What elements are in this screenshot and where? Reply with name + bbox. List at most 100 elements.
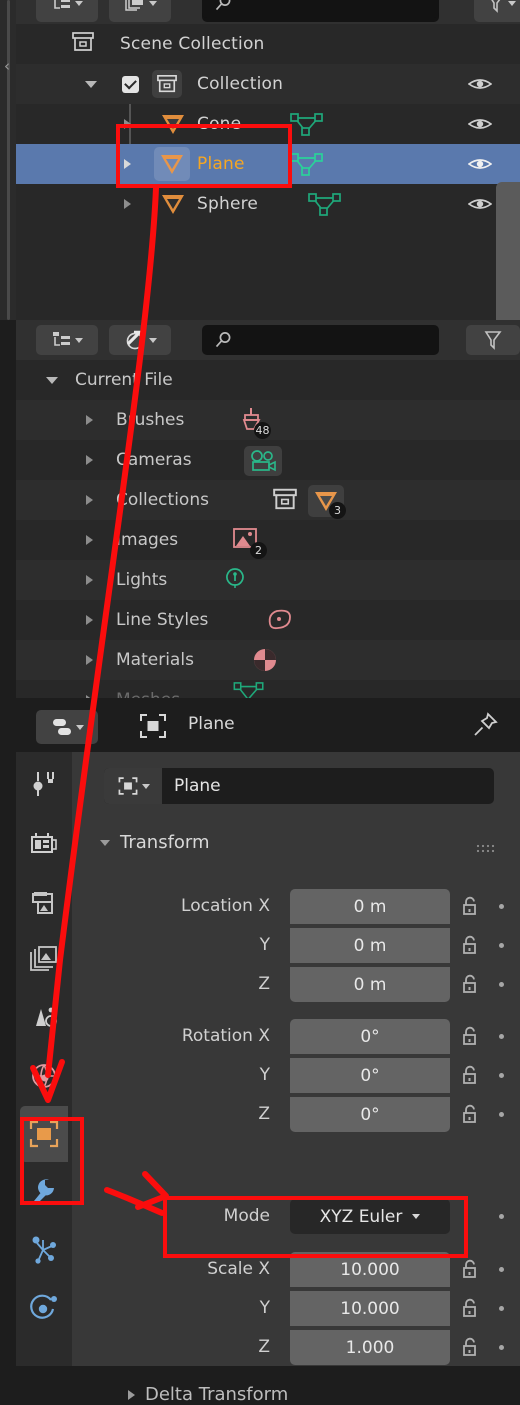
location-y-field[interactable]: 0 m — [290, 928, 450, 963]
tab-object[interactable] — [20, 1106, 68, 1162]
rotation-y-field[interactable]: 0° — [290, 1058, 450, 1093]
rotation-mode-dropdown[interactable]: XYZ Euler — [290, 1199, 450, 1234]
animate-dot[interactable] — [499, 943, 504, 948]
filter-funnel-icon — [484, 331, 502, 350]
delta-transform-section-header[interactable]: Delta Transform — [128, 1384, 288, 1405]
outliner-row-sphere[interactable]: Sphere — [16, 184, 520, 224]
location-z-field[interactable]: 0 m — [290, 967, 450, 1002]
tab-output[interactable] — [20, 874, 68, 930]
collection-checkbox[interactable] — [122, 75, 139, 93]
animate-dot[interactable] — [499, 1073, 504, 1078]
tab-world[interactable] — [20, 1048, 68, 1104]
file-row-collections[interactable]: Collections 3 — [16, 480, 520, 520]
top-search-input[interactable] — [202, 0, 439, 18]
outliner-row-collection[interactable]: Collection — [16, 64, 520, 104]
disclosure-triangle-open-icon[interactable] — [100, 839, 110, 846]
scale-x-field[interactable]: 10.000 — [290, 1252, 450, 1287]
collapse-sidebar-handle[interactable]: « — [496, 182, 520, 342]
file-row-line-styles[interactable]: Line Styles — [16, 600, 520, 640]
properties-header: Plane — [16, 698, 520, 752]
disclosure-triangle-closed-icon[interactable] — [128, 1389, 135, 1400]
disclosure-triangle-closed-icon[interactable] — [86, 415, 93, 425]
scale-y-field[interactable]: 10.000 — [290, 1291, 450, 1326]
top-display-mode-button[interactable] — [36, 0, 98, 18]
object-name-field[interactable]: Plane — [104, 768, 494, 804]
unlocked-icon[interactable] — [460, 1297, 482, 1319]
drag-grip-icon[interactable] — [476, 841, 498, 853]
eye-icon[interactable] — [467, 76, 493, 92]
chevron-left-icon[interactable]: ‹ — [0, 55, 14, 77]
outliner-row-plane[interactable]: Plane — [16, 144, 520, 184]
animate-dot[interactable] — [499, 1306, 504, 1311]
animate-dot[interactable] — [499, 982, 504, 987]
animate-dot[interactable] — [499, 1034, 504, 1039]
disclosure-triangle-closed-icon[interactable] — [86, 495, 93, 505]
disclosure-triangle-closed-icon[interactable] — [124, 199, 131, 209]
field-label-scale-z: Z — [258, 1337, 270, 1357]
disclosure-triangle-closed-icon[interactable] — [86, 455, 93, 465]
eye-icon[interactable] — [467, 156, 493, 172]
chevron-down-icon — [148, 0, 157, 6]
file-row-label: Lights — [116, 570, 168, 590]
disclosure-triangle-closed-icon[interactable] — [124, 119, 131, 129]
animate-dot[interactable] — [499, 1345, 504, 1350]
top-filter-button[interactable] — [474, 0, 520, 18]
outliner-row-scene-collection[interactable]: Scene Collection — [16, 24, 520, 64]
vertical-scrollbar-thumb[interactable] — [7, 0, 10, 320]
file-row-images[interactable]: Images 2 — [16, 520, 520, 560]
unlocked-icon[interactable] — [460, 973, 482, 995]
tab-modifiers[interactable] — [20, 1164, 68, 1220]
disclosure-triangle-open-icon[interactable] — [46, 376, 58, 384]
unlocked-icon[interactable] — [460, 1258, 482, 1280]
tab-scene[interactable] — [20, 990, 68, 1046]
outliner2-search-input[interactable] — [202, 325, 439, 355]
unlocked-icon[interactable] — [460, 895, 482, 917]
animate-dot[interactable] — [499, 1112, 504, 1117]
outliner2-display-mode-button[interactable] — [36, 325, 98, 355]
disclosure-triangle-closed-icon[interactable] — [86, 655, 93, 665]
unlocked-icon[interactable] — [460, 1103, 482, 1125]
filter-funnel-icon — [490, 0, 500, 13]
unlocked-icon[interactable] — [460, 1336, 482, 1358]
linestyle-icon — [266, 608, 294, 636]
eye-icon[interactable] — [467, 116, 493, 132]
location-x-field[interactable]: 0 m — [290, 889, 450, 924]
file-row-cameras[interactable]: Cameras — [16, 440, 520, 480]
file-row-current-file[interactable]: Current File — [16, 360, 520, 400]
file-row-lights[interactable]: Lights — [16, 560, 520, 600]
disclosure-triangle-open-icon[interactable] — [85, 80, 97, 88]
rotation-z-field[interactable]: 0° — [290, 1097, 450, 1132]
editor-edge-scrollbar[interactable]: ‹ — [0, 0, 16, 320]
outliner2-id-type-button[interactable] — [109, 325, 171, 355]
eye-icon[interactable] — [467, 196, 493, 212]
disclosure-triangle-closed-icon[interactable] — [86, 535, 93, 545]
unlocked-icon[interactable] — [460, 1064, 482, 1086]
tab-render[interactable] — [20, 816, 68, 872]
tab-tool[interactable] — [20, 756, 68, 812]
unlocked-icon[interactable] — [460, 1025, 482, 1047]
file-row-brushes[interactable]: Brushes 48 — [16, 400, 520, 440]
rotation-x-field[interactable]: 0° — [290, 1019, 450, 1054]
animate-dot[interactable] — [499, 1214, 504, 1219]
animate-dot[interactable] — [499, 904, 504, 909]
tab-physics[interactable] — [20, 1280, 68, 1336]
transform-section-header[interactable]: Transform — [100, 832, 210, 853]
outliner-row-cone[interactable]: Cone — [16, 104, 520, 144]
scale-z-field[interactable]: 1.000 — [290, 1330, 450, 1365]
disclosure-triangle-closed-icon[interactable] — [124, 159, 131, 169]
top-id-type-button[interactable] — [109, 0, 171, 18]
camera-icon — [244, 446, 282, 476]
tab-particles[interactable] — [20, 1222, 68, 1278]
unlocked-icon[interactable] — [460, 934, 482, 956]
outliner2-filter-button[interactable] — [466, 325, 520, 355]
object-datablock-icon-button[interactable] — [104, 768, 162, 804]
pin-icon[interactable] — [472, 712, 498, 742]
file-row-materials[interactable]: Materials — [16, 640, 520, 680]
editor-type-button[interactable] — [36, 710, 98, 744]
object-square-icon — [29, 1120, 59, 1148]
animate-dot[interactable] — [499, 1267, 504, 1272]
disclosure-triangle-closed-icon[interactable] — [86, 575, 93, 585]
disclosure-triangle-closed-icon[interactable] — [86, 615, 93, 625]
tab-view-layer[interactable] — [20, 932, 68, 988]
properties-editor-icon — [52, 719, 71, 735]
